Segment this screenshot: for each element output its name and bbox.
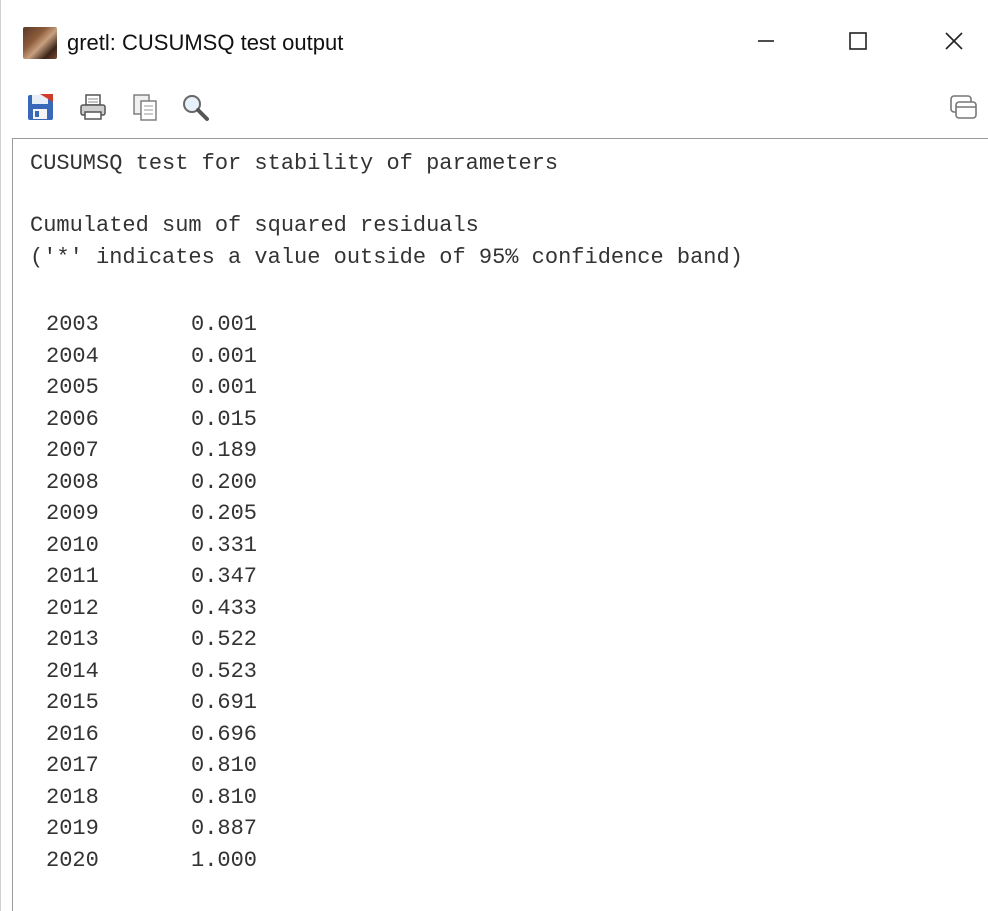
row-year: 2003 — [46, 312, 99, 337]
save-as-button[interactable] — [23, 90, 59, 128]
row-year: 2013 — [46, 627, 99, 652]
output-heading: CUSUMSQ test for stability of parameters — [30, 151, 559, 176]
row-year: 2006 — [46, 406, 99, 432]
title-bar[interactable]: gretl: CUSUMSQ test output — [1, 0, 988, 82]
row-year: 2005 — [46, 375, 99, 400]
row-year: 2015 — [46, 690, 99, 715]
row-value: 0.696 — [191, 721, 258, 747]
row-value: 0.810 — [191, 784, 258, 810]
window-list-button[interactable] — [945, 90, 981, 128]
row-year: 2011 — [46, 564, 99, 589]
row-value: 0.523 — [191, 658, 258, 684]
cusumsq-output-window: gretl: CUSUMSQ test output CUSUMSQ test … — [0, 0, 988, 911]
row-value: 0.331 — [191, 532, 258, 558]
row-value: 0.347 — [191, 564, 258, 589]
row-year: 2012 — [46, 595, 99, 621]
row-year: 2020 — [46, 847, 99, 873]
row-year: 2018 — [46, 784, 99, 810]
row-year: 2008 — [46, 469, 99, 495]
copy-button[interactable] — [127, 90, 163, 128]
minimize-icon — [755, 30, 777, 57]
find-icon — [180, 92, 210, 127]
row-value: 1.000 — [191, 847, 258, 873]
maximize-button[interactable] — [823, 18, 893, 68]
close-button[interactable] — [919, 18, 988, 68]
toolbar — [1, 82, 988, 138]
output-text-view[interactable]: CUSUMSQ test for stability of parameters… — [12, 138, 988, 911]
maximize-icon — [847, 30, 869, 57]
find-button[interactable] — [177, 90, 213, 128]
row-value: 0.810 — [191, 753, 258, 778]
window-title: gretl: CUSUMSQ test output — [67, 30, 344, 55]
row-year: 2019 — [46, 816, 99, 841]
row-year: 2007 — [46, 438, 99, 463]
output-note: ('*' indicates a value outside of 95% co… — [30, 245, 743, 270]
row-year: 2004 — [46, 343, 99, 369]
row-year: 2017 — [46, 753, 99, 778]
row-value: 0.001 — [191, 312, 258, 337]
close-icon — [943, 30, 965, 57]
row-year: 2010 — [46, 532, 99, 558]
copy-icon — [130, 92, 160, 127]
gretl-app-icon — [23, 27, 57, 59]
row-value: 0.001 — [191, 343, 258, 369]
row-value: 0.200 — [191, 469, 258, 495]
print-button[interactable] — [75, 90, 111, 128]
row-value: 0.887 — [191, 816, 258, 841]
row-value: 0.205 — [191, 501, 258, 526]
row-value: 0.001 — [191, 375, 258, 400]
row-value: 0.522 — [191, 627, 258, 652]
row-value: 0.189 — [191, 438, 258, 463]
row-value: 0.015 — [191, 406, 258, 432]
row-value: 0.433 — [191, 595, 258, 621]
row-year: 2016 — [46, 721, 99, 747]
save-as-icon — [26, 92, 56, 127]
row-year: 2014 — [46, 658, 99, 684]
row-year: 2009 — [46, 501, 99, 526]
print-icon — [78, 92, 108, 127]
window-list-icon — [948, 92, 978, 127]
minimize-button[interactable] — [731, 18, 801, 68]
row-value: 0.691 — [191, 690, 258, 715]
output-subtitle: Cumulated sum of squared residuals — [30, 213, 479, 238]
